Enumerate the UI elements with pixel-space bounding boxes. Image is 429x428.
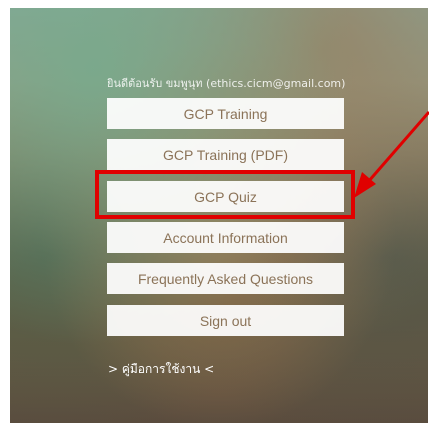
account-information-button[interactable]: Account Information bbox=[107, 222, 344, 253]
gcp-training-pdf-button[interactable]: GCP Training (PDF) bbox=[107, 139, 344, 170]
sign-out-button[interactable]: Sign out bbox=[107, 305, 344, 336]
faq-button[interactable]: Frequently Asked Questions bbox=[107, 263, 344, 294]
background-panel bbox=[10, 8, 428, 423]
welcome-text: ยินดีต้อนรับ ขมพูนุท (ethics.cicm@gmail.… bbox=[107, 77, 346, 90]
gcp-quiz-button[interactable]: GCP Quiz bbox=[107, 181, 344, 212]
user-manual-link[interactable]: > คู่มือการใช้งาน < bbox=[108, 360, 214, 379]
gcp-training-button[interactable]: GCP Training bbox=[107, 98, 344, 129]
